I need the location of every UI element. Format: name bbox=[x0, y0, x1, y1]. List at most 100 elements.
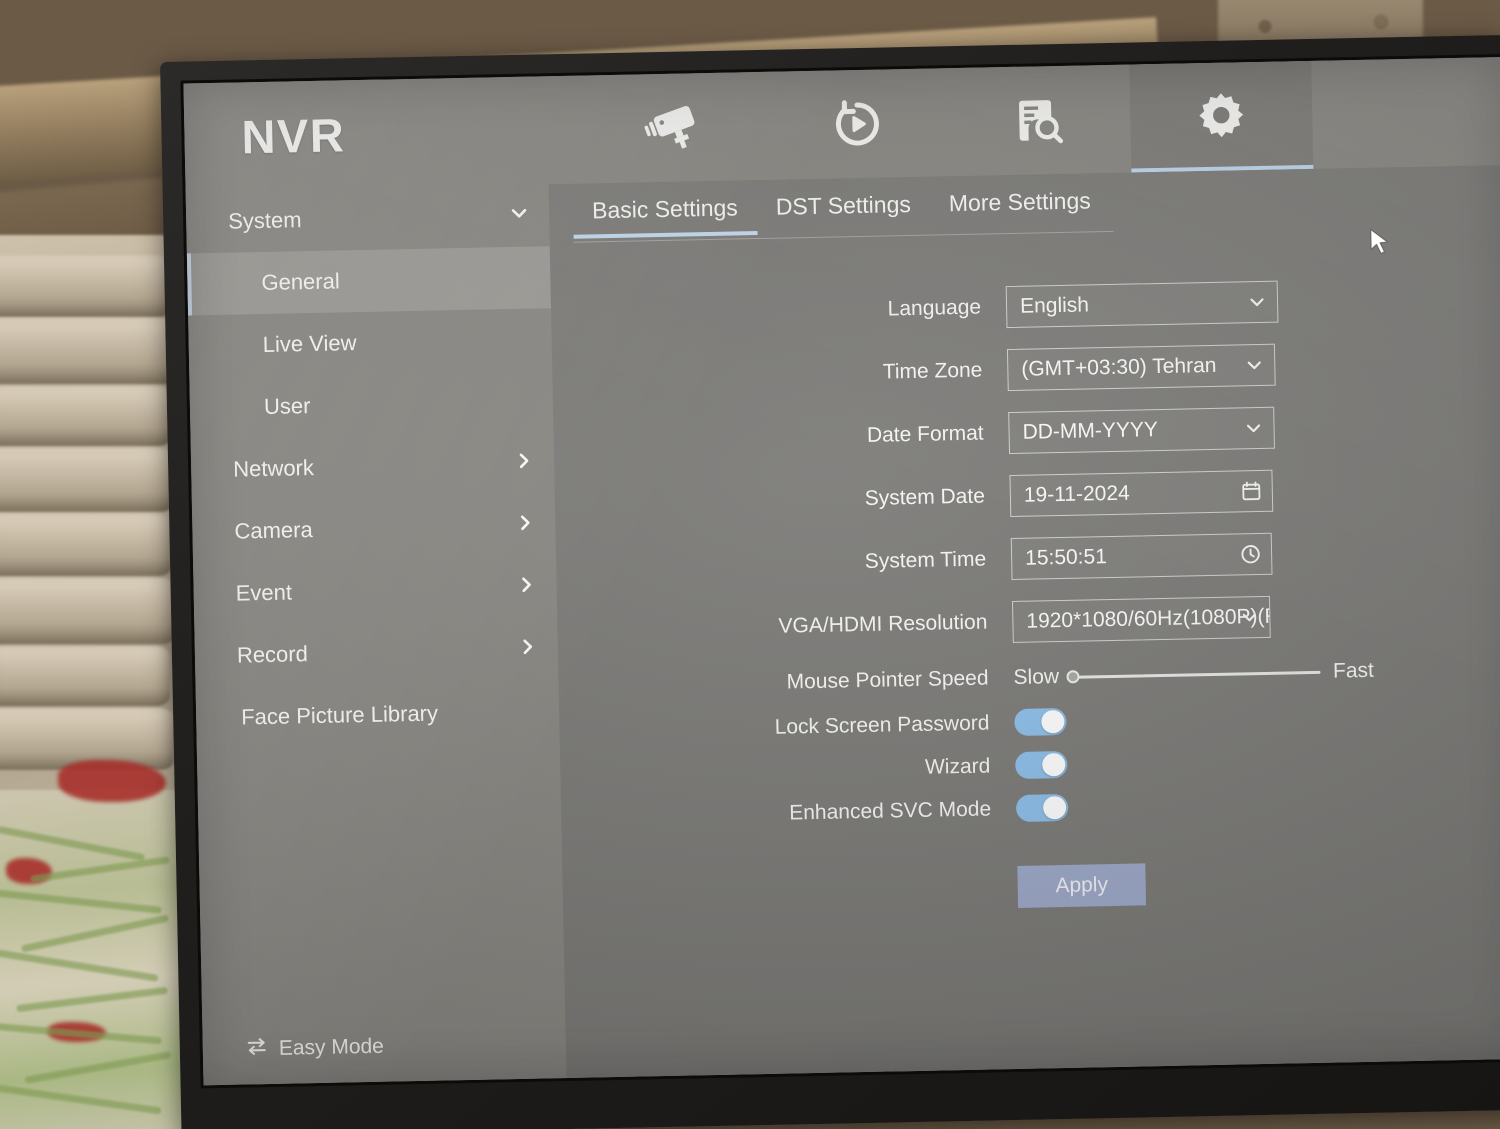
toggle-knob bbox=[1041, 709, 1065, 734]
system-time-label: System Time bbox=[864, 547, 987, 573]
date-format-label: Date Format bbox=[866, 421, 984, 447]
calendar-icon[interactable] bbox=[1241, 480, 1262, 501]
slider-max-label: Fast bbox=[1332, 658, 1375, 683]
apply-button-label: Apply bbox=[1055, 873, 1109, 898]
sidebar-item-label: User bbox=[263, 393, 311, 419]
form-row-system-time: System Time 15:50:51 bbox=[556, 521, 1500, 595]
playback-icon bbox=[831, 97, 884, 150]
resolution-value: 1920*1080/60Hz(1080P)(R« bbox=[1026, 603, 1271, 633]
sidebar-item-label: Live View bbox=[262, 330, 357, 357]
language-label: Language bbox=[887, 295, 982, 320]
sidebar-item-label: System bbox=[227, 207, 302, 234]
timezone-label: Time Zone bbox=[882, 358, 983, 384]
slider-min-label: Slow bbox=[1013, 665, 1060, 689]
wizard-toggle[interactable] bbox=[1015, 750, 1068, 779]
wizard-label: Wizard bbox=[924, 753, 991, 779]
sidebar-item-label: General bbox=[261, 268, 340, 296]
chevron-right-icon bbox=[515, 574, 538, 602]
easy-mode-label: Easy Mode bbox=[278, 1034, 385, 1060]
background-sack bbox=[0, 448, 174, 512]
form-row-system-date: System Date 19-11-2024 bbox=[554, 458, 1500, 532]
sidebar-item-label: Record bbox=[236, 641, 309, 668]
form-row-timezone: Time Zone (GMT+03:30) Tehran bbox=[552, 332, 1500, 406]
sidebar-item-label: Camera bbox=[234, 517, 313, 544]
language-select[interactable]: English bbox=[1005, 280, 1279, 328]
apply-button[interactable]: Apply bbox=[1017, 863, 1147, 908]
background-sack bbox=[0, 514, 172, 576]
form-row-language: Language English bbox=[551, 269, 1500, 343]
basic-settings-form: Language English Time Zone (GMT+03:30) T… bbox=[550, 227, 1500, 917]
background-sack bbox=[0, 255, 172, 317]
app-brand: NVR bbox=[240, 108, 346, 164]
swap-arrows-icon bbox=[246, 1036, 269, 1062]
chevron-right-icon bbox=[517, 636, 540, 664]
chevron-right-icon bbox=[514, 512, 537, 540]
sidebar-item-live-view[interactable]: Live View bbox=[188, 308, 552, 377]
chevron-down-icon bbox=[1247, 291, 1267, 311]
tab-more-settings[interactable]: More Settings bbox=[930, 187, 1111, 232]
form-row-resolution: VGA/HDMI Resolution 1920*1080/60Hz(1080P… bbox=[557, 584, 1500, 658]
chevron-down-icon bbox=[1239, 607, 1259, 627]
sidebar-item-label: Network bbox=[232, 454, 315, 482]
sidebar: System General Live View User Network Ca… bbox=[185, 184, 567, 1086]
background-sack bbox=[0, 318, 178, 384]
chevron-down-icon bbox=[508, 202, 531, 230]
sidebar-item-general[interactable]: General bbox=[186, 246, 552, 316]
nvr-ui: NVR System General Live View User Networ… bbox=[183, 57, 1500, 1086]
nvr-screen: NVR System General Live View User Networ… bbox=[183, 57, 1500, 1086]
lock-screen-password-toggle[interactable] bbox=[1014, 707, 1067, 736]
monitor: NVR System General Live View User Networ… bbox=[160, 35, 1500, 1129]
nav-item-playback[interactable] bbox=[765, 68, 949, 180]
timezone-select[interactable]: (GMT+03:30) Tehran bbox=[1006, 343, 1276, 391]
chevron-down-icon bbox=[1244, 354, 1264, 374]
sidebar-item-network[interactable]: Network bbox=[191, 432, 555, 501]
background-sack bbox=[0, 578, 176, 644]
system-date-input[interactable]: 19-11-2024 bbox=[1009, 469, 1274, 517]
chevron-right-icon bbox=[513, 450, 536, 478]
mouse-cursor bbox=[1369, 227, 1394, 264]
slider-handle[interactable] bbox=[1065, 670, 1080, 684]
sidebar-item-camera[interactable]: Camera bbox=[192, 494, 556, 563]
sidebar-item-face-picture-library[interactable]: Face Picture Library bbox=[196, 680, 560, 749]
enhanced-svc-mode-label: Enhanced SVC Mode bbox=[788, 796, 992, 825]
tab-basic-settings[interactable]: Basic Settings bbox=[573, 194, 758, 239]
enhanced-svc-mode-toggle[interactable] bbox=[1015, 793, 1069, 822]
sidebar-item-system[interactable]: System bbox=[186, 184, 550, 253]
camera-icon bbox=[644, 104, 707, 151]
nav-item-settings[interactable] bbox=[1129, 60, 1314, 173]
gear-icon bbox=[1194, 89, 1249, 144]
slider-track[interactable] bbox=[1065, 670, 1321, 684]
toggle-knob bbox=[1042, 752, 1066, 777]
pointer-speed-label: Mouse Pointer Speed bbox=[786, 666, 989, 694]
nav-item-log-search[interactable] bbox=[947, 65, 1131, 177]
sidebar-item-label: Event bbox=[235, 579, 293, 606]
background-red-cloth bbox=[58, 760, 166, 802]
timezone-value: (GMT+03:30) Tehran bbox=[1021, 353, 1217, 381]
date-format-select[interactable]: DD-MM-YYYY bbox=[1008, 406, 1275, 454]
tab-label: Basic Settings bbox=[591, 194, 739, 224]
toggle-knob bbox=[1042, 795, 1067, 820]
lock-screen-password-label: Lock Screen Password bbox=[774, 710, 990, 739]
pointer-speed-slider[interactable]: Slow Fast bbox=[1013, 659, 1374, 690]
clock-icon[interactable] bbox=[1240, 543, 1261, 564]
chevron-down-icon bbox=[1243, 417, 1263, 437]
tab-dst-settings[interactable]: DST Settings bbox=[757, 191, 931, 235]
resolution-select[interactable]: 1920*1080/60Hz(1080P)(R« bbox=[1011, 595, 1271, 643]
background-sack bbox=[0, 646, 170, 706]
language-value: English bbox=[1019, 292, 1090, 318]
resolution-label: VGA/HDMI Resolution bbox=[778, 610, 988, 638]
easy-mode-button[interactable]: Easy Mode bbox=[246, 1034, 385, 1063]
background-sack bbox=[0, 386, 172, 446]
top-navigation bbox=[583, 60, 1314, 184]
sidebar-item-record[interactable]: Record bbox=[194, 618, 558, 687]
tab-label: DST Settings bbox=[775, 190, 912, 220]
form-row-apply: Apply bbox=[562, 856, 1500, 917]
system-time-input[interactable]: 15:50:51 bbox=[1010, 532, 1273, 580]
date-format-value: DD-MM-YYYY bbox=[1022, 417, 1159, 444]
sidebar-item-user[interactable]: User bbox=[189, 370, 553, 439]
log-search-icon bbox=[1013, 94, 1066, 147]
sidebar-item-event[interactable]: Event bbox=[193, 556, 557, 625]
system-date-value: 19-11-2024 bbox=[1023, 481, 1130, 507]
nav-item-live-view[interactable] bbox=[583, 72, 767, 184]
content-panel: Basic Settings DST Settings More Setting… bbox=[548, 164, 1500, 1079]
